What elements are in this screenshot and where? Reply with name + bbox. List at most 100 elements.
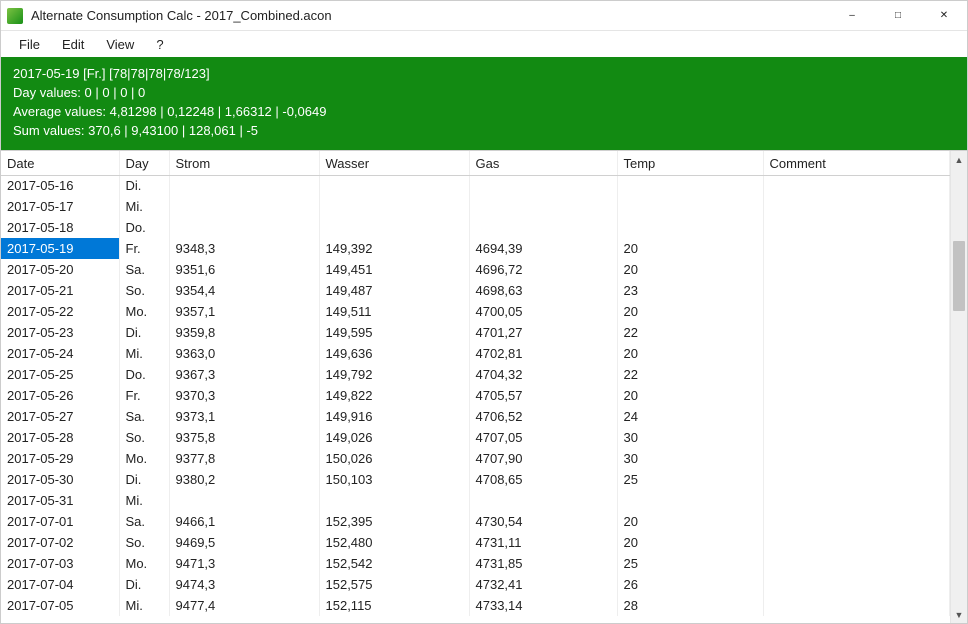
cell-day[interactable]: Di. [119, 175, 169, 196]
table-row[interactable]: 2017-05-25Do.9367,3149,7924704,3222 [1, 364, 950, 385]
col-header-gas[interactable]: Gas [469, 151, 617, 175]
cell-strom[interactable]: 9474,3 [169, 574, 319, 595]
cell-day[interactable]: Mo. [119, 553, 169, 574]
cell-comment[interactable] [763, 553, 950, 574]
cell-wasser[interactable]: 149,792 [319, 364, 469, 385]
col-header-temp[interactable]: Temp [617, 151, 763, 175]
cell-wasser[interactable] [319, 490, 469, 511]
cell-gas[interactable] [469, 217, 617, 238]
cell-comment[interactable] [763, 448, 950, 469]
cell-temp[interactable]: 20 [617, 385, 763, 406]
table-row[interactable]: 2017-05-24Mi.9363,0149,6364702,8120 [1, 343, 950, 364]
cell-wasser[interactable]: 149,916 [319, 406, 469, 427]
col-header-comment[interactable]: Comment [763, 151, 950, 175]
cell-comment[interactable] [763, 343, 950, 364]
menu-file[interactable]: File [9, 34, 50, 55]
cell-temp[interactable]: 28 [617, 595, 763, 616]
cell-strom[interactable]: 9469,5 [169, 532, 319, 553]
cell-gas[interactable]: 4732,41 [469, 574, 617, 595]
cell-comment[interactable] [763, 364, 950, 385]
cell-date[interactable]: 2017-05-31 [1, 490, 119, 511]
cell-gas[interactable]: 4702,81 [469, 343, 617, 364]
minimize-button[interactable]: – [829, 1, 875, 30]
cell-gas[interactable]: 4707,90 [469, 448, 617, 469]
cell-date[interactable]: 2017-07-02 [1, 532, 119, 553]
cell-day[interactable]: So. [119, 427, 169, 448]
cell-strom[interactable]: 9348,3 [169, 238, 319, 259]
cell-temp[interactable] [617, 175, 763, 196]
close-button[interactable]: ✕ [921, 1, 967, 30]
cell-strom[interactable]: 9367,3 [169, 364, 319, 385]
cell-comment[interactable] [763, 322, 950, 343]
cell-gas[interactable]: 4733,14 [469, 595, 617, 616]
cell-temp[interactable]: 20 [617, 343, 763, 364]
table-row[interactable]: 2017-05-20Sa.9351,6149,4514696,7220 [1, 259, 950, 280]
table-row[interactable]: 2017-05-17Mi. [1, 196, 950, 217]
scroll-thumb[interactable] [953, 241, 965, 311]
cell-day[interactable]: Fr. [119, 385, 169, 406]
cell-comment[interactable] [763, 427, 950, 448]
cell-date[interactable]: 2017-05-17 [1, 196, 119, 217]
cell-date[interactable]: 2017-07-01 [1, 511, 119, 532]
menu-help[interactable]: ? [146, 34, 173, 55]
table-row[interactable]: 2017-05-16Di. [1, 175, 950, 196]
cell-date[interactable]: 2017-05-29 [1, 448, 119, 469]
cell-comment[interactable] [763, 280, 950, 301]
cell-temp[interactable]: 30 [617, 427, 763, 448]
cell-date[interactable]: 2017-05-25 [1, 364, 119, 385]
cell-wasser[interactable] [319, 196, 469, 217]
cell-wasser[interactable]: 152,115 [319, 595, 469, 616]
cell-gas[interactable]: 4698,63 [469, 280, 617, 301]
col-header-strom[interactable]: Strom [169, 151, 319, 175]
cell-gas[interactable]: 4706,52 [469, 406, 617, 427]
cell-comment[interactable] [763, 406, 950, 427]
cell-date[interactable]: 2017-05-16 [1, 175, 119, 196]
cell-temp[interactable] [617, 217, 763, 238]
cell-temp[interactable]: 25 [617, 553, 763, 574]
table-row[interactable]: 2017-05-27Sa.9373,1149,9164706,5224 [1, 406, 950, 427]
cell-temp[interactable]: 24 [617, 406, 763, 427]
table-row[interactable]: 2017-07-02So.9469,5152,4804731,1120 [1, 532, 950, 553]
cell-temp[interactable]: 20 [617, 259, 763, 280]
cell-date[interactable]: 2017-05-26 [1, 385, 119, 406]
cell-day[interactable]: Mo. [119, 448, 169, 469]
cell-day[interactable]: Fr. [119, 238, 169, 259]
cell-gas[interactable]: 4694,39 [469, 238, 617, 259]
cell-comment[interactable] [763, 175, 950, 196]
cell-date[interactable]: 2017-05-19 [1, 238, 119, 259]
cell-date[interactable]: 2017-05-24 [1, 343, 119, 364]
cell-strom[interactable]: 9373,1 [169, 406, 319, 427]
cell-temp[interactable]: 20 [617, 532, 763, 553]
cell-gas[interactable]: 4705,57 [469, 385, 617, 406]
cell-gas[interactable] [469, 490, 617, 511]
cell-wasser[interactable]: 149,511 [319, 301, 469, 322]
cell-date[interactable]: 2017-07-05 [1, 595, 119, 616]
table-row[interactable]: 2017-05-19Fr.9348,3149,3924694,3920 [1, 238, 950, 259]
cell-day[interactable]: Mi. [119, 595, 169, 616]
cell-comment[interactable] [763, 511, 950, 532]
menu-edit[interactable]: Edit [52, 34, 94, 55]
table-row[interactable]: 2017-07-04Di.9474,3152,5754732,4126 [1, 574, 950, 595]
menu-view[interactable]: View [96, 34, 144, 55]
cell-strom[interactable] [169, 175, 319, 196]
cell-strom[interactable]: 9359,8 [169, 322, 319, 343]
cell-gas[interactable] [469, 196, 617, 217]
cell-day[interactable]: Di. [119, 322, 169, 343]
cell-comment[interactable] [763, 217, 950, 238]
scroll-up-arrow-icon[interactable]: ▲ [951, 151, 967, 168]
cell-comment[interactable] [763, 238, 950, 259]
cell-wasser[interactable]: 149,451 [319, 259, 469, 280]
cell-date[interactable]: 2017-07-03 [1, 553, 119, 574]
cell-strom[interactable]: 9351,6 [169, 259, 319, 280]
cell-wasser[interactable]: 152,575 [319, 574, 469, 595]
cell-strom[interactable]: 9357,1 [169, 301, 319, 322]
cell-temp[interactable]: 22 [617, 364, 763, 385]
cell-day[interactable]: Di. [119, 574, 169, 595]
cell-comment[interactable] [763, 301, 950, 322]
cell-wasser[interactable]: 152,395 [319, 511, 469, 532]
cell-temp[interactable]: 22 [617, 322, 763, 343]
cell-wasser[interactable]: 150,026 [319, 448, 469, 469]
cell-date[interactable]: 2017-05-23 [1, 322, 119, 343]
table-row[interactable]: 2017-05-22Mo.9357,1149,5114700,0520 [1, 301, 950, 322]
cell-day[interactable]: Mi. [119, 196, 169, 217]
